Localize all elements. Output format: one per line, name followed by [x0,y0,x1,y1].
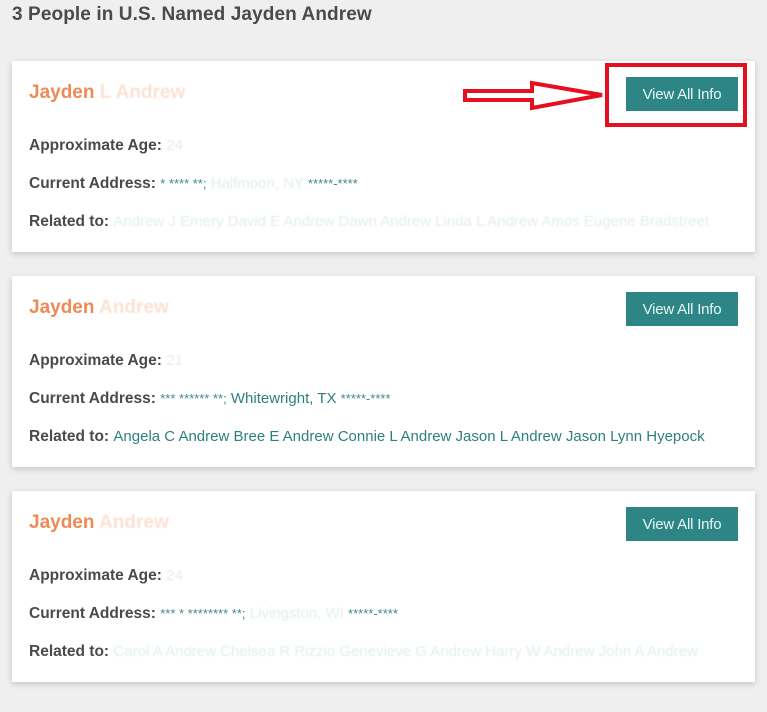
person-name-link[interactable]: Jayden L Andrew [29,82,185,104]
age-row: Approximate Age: 24 [29,137,183,155]
age-value: 24 [166,567,183,584]
related-label: Related to: [29,643,110,660]
address-masked-street: *** ****** **; [160,391,227,406]
related-names[interactable]: Angela C Andrew Bree E Andrew Connie L A… [113,428,704,445]
related-row: Related to: Carol A Andrew Chelsea R Riz… [29,643,698,661]
person-name-link[interactable]: Jayden Andrew [29,512,169,534]
age-label: Approximate Age: [29,137,162,154]
address-masked-zip: *****-**** [340,391,391,406]
view-all-info-button[interactable]: View All Info [626,507,738,541]
address-label: Current Address: [29,605,156,622]
related-label: Related to: [29,213,110,230]
address-row: Current Address: *** ****** **; Whitewri… [29,390,391,408]
address-label: Current Address: [29,390,156,407]
view-all-info-button[interactable]: View All Info [626,292,738,326]
related-row: Related to: Andrew J Emery David E Andre… [29,213,709,231]
view-all-info-button[interactable]: View All Info [626,77,738,111]
result-card: Jayden Andrew View All Info Approximate … [12,276,755,467]
age-value: 21 [166,352,183,369]
age-value: 24 [166,137,183,154]
address-masked-zip: *****-**** [348,606,398,621]
address-row: Current Address: * **** **; Halfmoon, NY… [29,175,358,193]
page-heading: 3 People in U.S. Named Jayden Andrew [12,4,372,25]
related-names[interactable]: Andrew J Emery David E Andrew Dawn Andre… [113,213,709,230]
address-city-state: Halfmoon, NY [206,175,308,192]
address-city-state: Whitewright, TX [226,390,341,407]
related-label: Related to: [29,428,110,445]
address-row: Current Address: *** * ******** **; Livi… [29,605,398,623]
address-label: Current Address: [29,175,156,192]
person-name-link[interactable]: Jayden Andrew [29,297,169,319]
result-card: Jayden L Andrew View All Info Approximat… [12,61,755,252]
address-city-state: Livingston, WI [245,605,349,622]
person-name-first: Jayden [29,82,95,103]
result-card: Jayden Andrew View All Info Approximate … [12,491,755,682]
related-row: Related to: Angela C Andrew Bree E Andre… [29,428,705,446]
age-label: Approximate Age: [29,567,162,584]
age-label: Approximate Age: [29,352,162,369]
address-masked-street: *** * ******** **; [160,606,246,621]
related-names[interactable]: Carol A Andrew Chelsea R Rizzio Geneviev… [113,643,697,660]
person-name-redacted: Andrew [94,297,169,318]
age-row: Approximate Age: 21 [29,352,183,370]
person-name-redacted: Andrew [94,512,169,533]
person-name-redacted: L Andrew [94,82,186,103]
address-masked-zip: *****-**** [307,176,358,191]
address-masked-street: * **** **; [160,176,207,191]
person-name-first: Jayden [29,512,95,533]
age-row: Approximate Age: 24 [29,567,183,585]
person-name-first: Jayden [29,297,95,318]
